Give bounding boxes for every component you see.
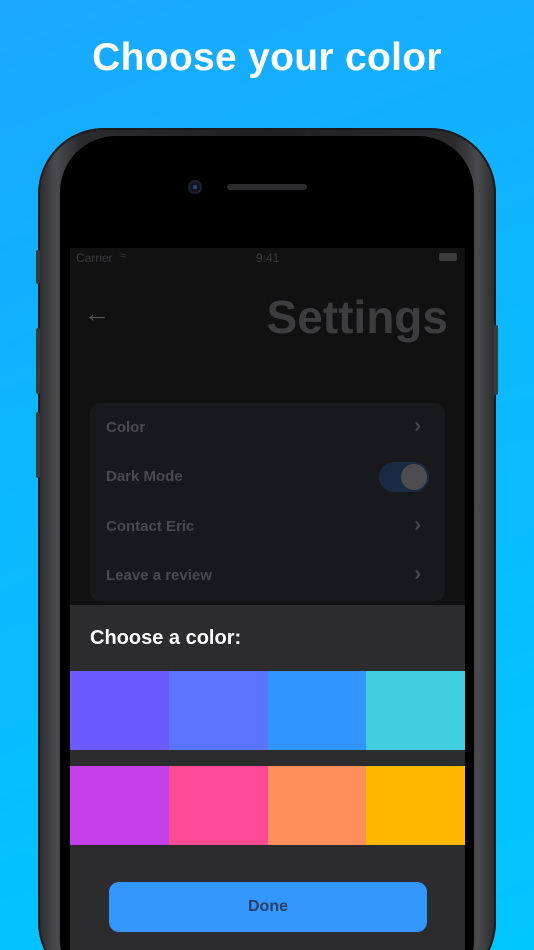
chevron-right-icon: › xyxy=(414,415,421,437)
settings-item-label: Contact Eric xyxy=(106,518,195,535)
carrier-label: Carrier xyxy=(76,251,113,265)
chevron-right-icon: › xyxy=(414,514,421,536)
mute-switch xyxy=(36,250,40,284)
swatch-row xyxy=(70,671,465,750)
swatch-row xyxy=(70,766,465,845)
color-swatch[interactable] xyxy=(168,766,268,845)
wifi-icon: ≈ xyxy=(120,250,127,262)
settings-item-label: Leave a review xyxy=(106,567,212,584)
color-swatch[interactable] xyxy=(366,671,465,750)
color-swatch[interactable] xyxy=(70,671,169,750)
sheet-title: Choose a color: xyxy=(90,627,242,649)
settings-item-dark-mode: Dark Mode xyxy=(90,452,445,501)
color-swatch[interactable] xyxy=(267,671,367,750)
color-swatch[interactable] xyxy=(70,766,169,845)
headline: Choose your color xyxy=(92,36,442,79)
arrow-left-icon[interactable]: ← xyxy=(84,298,110,329)
dark-mode-toggle[interactable] xyxy=(379,462,429,492)
status-bar: Carrier ≈ 9:41 xyxy=(70,248,465,268)
color-picker-sheet: Choose a color: Done xyxy=(70,605,465,950)
settings-item-label: Color xyxy=(106,419,146,436)
settings-item-contact[interactable]: Contact Eric › xyxy=(90,502,445,551)
settings-item-review[interactable]: Leave a review › xyxy=(90,551,445,600)
color-swatch[interactable] xyxy=(168,671,268,750)
page-title: Settings xyxy=(266,291,448,343)
speaker-grille xyxy=(227,184,307,190)
settings-item-label: Dark Mode xyxy=(106,468,183,485)
power-button xyxy=(494,325,498,395)
status-time: 9:41 xyxy=(256,251,280,265)
settings-list: Color › Dark Mode Contact Eric › Leave a… xyxy=(90,403,445,601)
front-camera-icon xyxy=(188,180,202,194)
volume-down-button xyxy=(36,412,40,478)
battery-icon xyxy=(439,253,457,261)
color-swatch[interactable] xyxy=(366,766,465,845)
done-button[interactable]: Done xyxy=(109,882,427,932)
app-screen: Carrier ≈ 9:41 ← Settings Color › Dark M… xyxy=(70,248,465,950)
chevron-right-icon: › xyxy=(414,563,421,585)
volume-up-button xyxy=(36,328,40,394)
color-swatch[interactable] xyxy=(267,766,367,845)
toggle-knob xyxy=(401,464,427,490)
settings-item-color[interactable]: Color › xyxy=(90,403,445,452)
